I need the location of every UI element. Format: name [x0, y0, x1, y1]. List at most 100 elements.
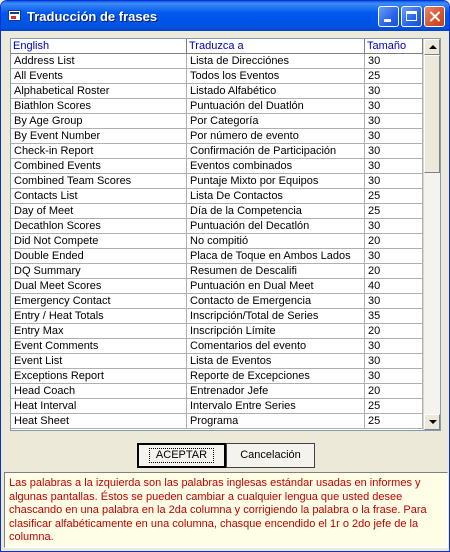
table-row[interactable]: DQ Summary Resumen de Descalifi 20 — [11, 264, 423, 279]
size-cell[interactable]: 30 — [365, 219, 423, 234]
cancel-button[interactable]: Cancelación — [226, 443, 315, 468]
size-cell[interactable]: 25 — [365, 189, 423, 204]
title-bar[interactable]: Traducción de frases — [1, 1, 449, 31]
size-cell[interactable]: 20 — [365, 264, 423, 279]
english-cell: Address List — [11, 54, 187, 69]
scroll-down-button[interactable] — [424, 414, 440, 430]
table-row[interactable]: Address List Lista de Direcciónes 30 — [11, 54, 423, 69]
translation-cell[interactable]: Lista De Contactos — [187, 189, 365, 204]
scroll-thumb[interactable] — [424, 55, 440, 173]
translation-cell[interactable]: Inscripción/Total de Series — [187, 309, 365, 324]
table-row[interactable]: Heat Interval Intervalo Entre Series 25 — [11, 399, 423, 414]
column-header-english[interactable]: English — [11, 39, 187, 54]
size-cell[interactable]: 30 — [365, 159, 423, 174]
table-row[interactable]: Heat Sheet Programa 25 — [11, 414, 423, 429]
column-header-translate-to[interactable]: Traduzca a — [187, 39, 365, 54]
english-cell: Did Not Compete — [11, 234, 187, 249]
translation-cell[interactable]: Eventos combinados — [187, 159, 365, 174]
table-row[interactable]: Entry / Heat Totals Inscripción/Total de … — [11, 309, 423, 324]
translation-cell[interactable]: Programa — [187, 414, 365, 429]
column-header-size[interactable]: Tamaño — [365, 39, 423, 54]
table-row[interactable]: Entry Max Inscripción Límite 20 — [11, 324, 423, 339]
table-row[interactable]: Dual Meet Scores Puntuación en Dual Meet 4… — [11, 279, 423, 294]
translation-cell[interactable]: Día de la Competencia — [187, 204, 365, 219]
table-row[interactable]: All Events Todos los Eventos 25 — [11, 69, 423, 84]
translation-cell[interactable]: Lista de Direcciónes — [187, 54, 365, 69]
table-row[interactable]: Combined Team Scores Puntaje Mixto por Eq… — [11, 174, 423, 189]
size-cell[interactable]: 30 — [365, 54, 423, 69]
translation-cell[interactable]: Comentarios del evento — [187, 339, 365, 354]
table-row[interactable]: Day of Meet Día de la Competencia 25 — [11, 204, 423, 219]
translation-cell[interactable]: Puntuación del Duatlón — [187, 99, 365, 114]
close-button[interactable] — [424, 6, 445, 27]
table-row[interactable]: Contacts List Lista De Contactos 25 — [11, 189, 423, 204]
size-cell[interactable]: 35 — [365, 309, 423, 324]
size-cell[interactable]: 25 — [365, 399, 423, 414]
english-cell: Event List — [11, 354, 187, 369]
translation-cell[interactable]: Por Categoría — [187, 114, 365, 129]
size-cell[interactable]: 25 — [365, 69, 423, 84]
english-cell: By Event Number — [11, 129, 187, 144]
table-row[interactable]: Head Coach Entrenador Jefe 20 — [11, 384, 423, 399]
size-cell[interactable]: 30 — [365, 339, 423, 354]
size-cell[interactable]: 20 — [365, 384, 423, 399]
translation-cell[interactable]: Todos los Eventos — [187, 69, 365, 84]
size-cell[interactable]: 30 — [365, 114, 423, 129]
english-cell: Dual Meet Scores — [11, 279, 187, 294]
table-row[interactable]: Did Not Compete No compitió 20 — [11, 234, 423, 249]
translation-cell[interactable]: Puntuación en Dual Meet — [187, 279, 365, 294]
table-row[interactable]: By Event Number Por número de evento 30 — [11, 129, 423, 144]
table-row[interactable]: Emergency Contact Contacto de Emergencia 3… — [11, 294, 423, 309]
size-cell[interactable]: 30 — [365, 99, 423, 114]
translation-cell[interactable]: Resumen de Descalifi — [187, 264, 365, 279]
table-row[interactable]: Check-in Report Confirmación de Participa… — [11, 144, 423, 159]
table-row[interactable]: Biathlon Scores Puntuación del Duatlón 30 — [11, 99, 423, 114]
size-cell[interactable]: 25 — [365, 414, 423, 429]
translation-cell[interactable]: Entrenador Jefe — [187, 384, 365, 399]
phrases-grid[interactable]: English Traduzca a Tamaño Address List Li… — [10, 38, 441, 431]
size-cell[interactable]: 30 — [365, 354, 423, 369]
scroll-up-button[interactable] — [424, 39, 440, 55]
size-cell[interactable]: 30 — [365, 84, 423, 99]
size-cell[interactable]: 30 — [365, 129, 423, 144]
translation-cell[interactable]: Intervalo Entre Series — [187, 399, 365, 414]
english-cell: Entry Max — [11, 324, 187, 339]
table-row[interactable]: Decathlon Scores Puntuación del Decatlón 3… — [11, 219, 423, 234]
table-row[interactable]: By Age Group Por Categoría 30 — [11, 114, 423, 129]
translation-cell[interactable]: Puntuación del Decatlón — [187, 219, 365, 234]
translation-cell[interactable]: No compitió — [187, 234, 365, 249]
translation-cell[interactable]: Placa de Toque en Ambos Lados — [187, 249, 365, 264]
close-icon — [428, 7, 442, 26]
english-cell: Heat Interval — [11, 399, 187, 414]
translation-cell[interactable]: Por número de evento — [187, 129, 365, 144]
translation-cell[interactable]: Inscripción Límite — [187, 324, 365, 339]
table-row[interactable]: Event List Lista de Eventos 30 — [11, 354, 423, 369]
size-cell[interactable]: 30 — [365, 369, 423, 384]
accept-button[interactable]: ACEPTAR — [137, 443, 226, 468]
translation-cell[interactable]: Lista de Eventos — [187, 354, 365, 369]
table-row[interactable]: Double Ended Placa de Toque en Ambos Lado… — [11, 249, 423, 264]
translation-cell[interactable]: Confirmación de Participación — [187, 144, 365, 159]
table-row[interactable]: Exceptions Report Reporte de Excepciones 3… — [11, 369, 423, 384]
size-cell[interactable]: 30 — [365, 144, 423, 159]
maximize-button[interactable] — [401, 6, 422, 27]
size-cell[interactable]: 25 — [365, 204, 423, 219]
size-cell[interactable]: 20 — [365, 234, 423, 249]
translation-cell[interactable]: Contacto de Emergencia — [187, 294, 365, 309]
size-cell[interactable]: 30 — [365, 294, 423, 309]
size-cell[interactable]: 20 — [365, 324, 423, 339]
size-cell[interactable]: 30 — [365, 174, 423, 189]
vertical-scrollbar[interactable] — [423, 39, 440, 430]
english-cell: Contacts List — [11, 189, 187, 204]
maximize-icon — [406, 11, 417, 21]
english-cell: Entry / Heat Totals — [11, 309, 187, 324]
size-cell[interactable]: 40 — [365, 279, 423, 294]
table-row[interactable]: Alphabetical Roster Listado Alfabético 30 — [11, 84, 423, 99]
table-row[interactable]: Combined Events Eventos combinados 30 — [11, 159, 423, 174]
translation-cell[interactable]: Puntaje Mixto por Equipos — [187, 174, 365, 189]
translation-cell[interactable]: Reporte de Excepciones — [187, 369, 365, 384]
table-row[interactable]: Event Comments Comentarios del evento 30 — [11, 339, 423, 354]
translation-cell[interactable]: Listado Alfabético — [187, 84, 365, 99]
size-cell[interactable]: 30 — [365, 249, 423, 264]
minimize-button[interactable] — [378, 6, 399, 27]
